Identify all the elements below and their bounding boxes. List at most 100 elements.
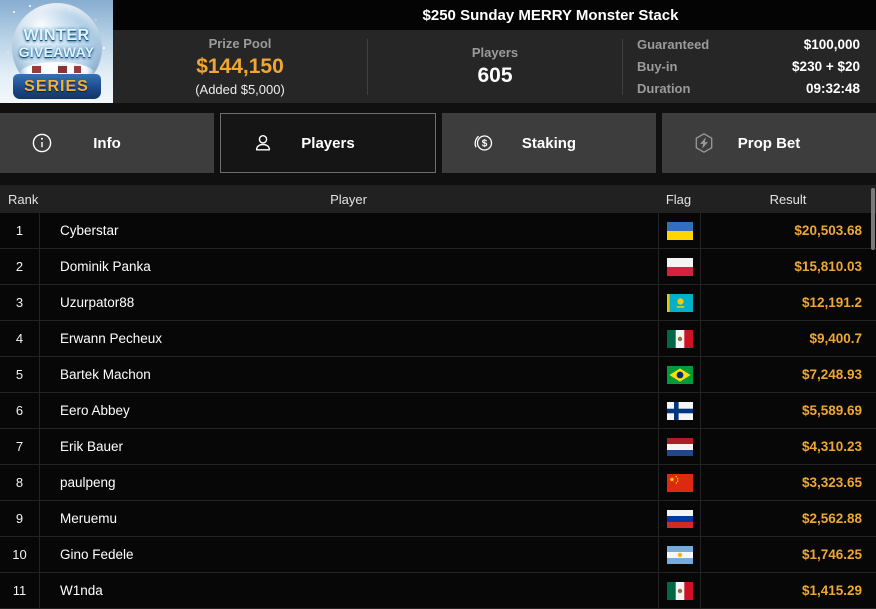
column-header-result: Result [700,192,876,207]
table-row: 2Dominik Panka$15,810.03 [0,249,876,285]
result-cell: $3,323.65 [701,465,876,500]
detail-row-guaranteed: Guaranteed $100,000 [637,37,860,52]
rank-cell: 3 [0,285,40,320]
player-cell: Meruemu [40,501,658,536]
prize-pool-label: Prize Pool [113,36,367,51]
tab-label: Prop Bet [738,135,801,152]
tournament-header: WINTER GIVEAWAY SERIES $250 Sunday MERRY… [0,0,876,103]
detail-value: 09:32:48 [806,81,860,96]
flag-cell [658,429,701,464]
prop-bet-hex-icon [692,131,716,155]
logo-series-banner: SERIES [13,74,101,99]
tab-info[interactable]: Info [0,113,214,173]
tab-prop-bet[interactable]: Prop Bet [662,113,876,173]
flag-china-icon [667,474,693,492]
flag-netherlands-icon [667,438,693,456]
tab-label: Staking [522,135,576,152]
result-cell: $9,400.7 [701,321,876,356]
player-cell: Erik Bauer [40,429,658,464]
logo-house-graphic [74,66,81,73]
table-row: 7Erik Bauer $4,310.23 [0,429,876,465]
table-row: 10Gino Fedele$1,746.25 [0,537,876,573]
detail-row-duration: Duration 09:32:48 [637,81,860,96]
detail-label: Guaranteed [637,37,709,52]
player-cell: Dominik Panka [40,249,658,284]
logo-house-graphic [58,66,67,73]
tab-bar: Info Players $ Staking Prop Bet [0,113,876,173]
rank-cell: 6 [0,393,40,428]
header-right: $250 Sunday MERRY Monster Stack Prize Po… [113,0,876,103]
stat-details: Guaranteed $100,000 Buy-in $230 + $20 Durati… [623,37,876,96]
tab-label: Info [93,135,121,152]
tab-staking[interactable]: $ Staking [442,113,656,173]
detail-label: Buy-in [637,59,677,74]
info-icon [30,131,54,155]
rank-cell: 8 [0,465,40,500]
players-count: 605 [368,64,622,88]
flag-argentina-icon [667,546,693,564]
flag-cell [658,357,701,392]
tournament-title: $250 Sunday MERRY Monster Stack [423,7,679,24]
players-label: Players [368,45,622,60]
result-cell: $1,746.25 [701,537,876,572]
table-header-row: Rank Player Flag Result [0,185,876,213]
result-cell: $1,415.29 [701,573,876,608]
prize-pool-added-note: (Added $5,000) [113,82,367,97]
table-row: 11W1nda $1,415.29 [0,573,876,609]
column-header-flag: Flag [657,192,700,207]
flag-kazakhstan-icon [667,294,693,312]
result-cell: $5,589.69 [701,393,876,428]
flag-russia-icon [667,510,693,528]
table-row: 3Uzurpator88 $12,191.2 [0,285,876,321]
result-cell: $2,562.88 [701,501,876,536]
result-cell: $7,248.93 [701,357,876,392]
flag-cell [658,573,701,608]
prize-pool-stat: Prize Pool $144,150 (Added $5,000) [113,36,367,97]
flag-cell [658,213,701,248]
svg-text:$: $ [482,139,488,150]
detail-row-buy-in: Buy-in $230 + $20 [637,59,860,74]
flag-cell [658,393,701,428]
column-header-rank: Rank [0,192,40,207]
player-cell: Uzurpator88 [40,285,658,320]
snow-mound-graphic [20,62,94,84]
flag-cell [658,501,701,536]
player-cell: Gino Fedele [40,537,658,572]
flag-mexico-icon [667,582,693,600]
result-cell: $12,191.2 [701,285,876,320]
flag-cell [658,465,701,500]
person-icon [251,131,275,155]
logo-title-line1: WINTER [0,27,113,45]
detail-label: Duration [637,81,690,96]
logo-house-graphic [32,66,41,73]
rank-cell: 9 [0,501,40,536]
tab-label: Players [301,135,354,152]
result-cell: $4,310.23 [701,429,876,464]
logo-title-line2: GIVEAWAY [0,44,113,60]
players-stat: Players 605 [368,45,622,88]
table-row: 8paulpeng $3,323.65 [0,465,876,501]
column-header-player: Player [40,192,657,207]
player-cell: W1nda [40,573,658,608]
table-row: 5Bartek Machon$7,248.93 [0,357,876,393]
rank-cell: 1 [0,213,40,248]
player-cell: paulpeng [40,465,658,500]
rank-cell: 11 [0,573,40,608]
tournament-page: WINTER GIVEAWAY SERIES $250 Sunday MERRY… [0,0,876,609]
table-row: 4Erwann Pecheux$9,400.7 [0,321,876,357]
detail-value: $100,000 [804,37,860,52]
rank-cell: 4 [0,321,40,356]
rank-cell: 7 [0,429,40,464]
flag-cell [658,285,701,320]
flag-cell [658,249,701,284]
results-table: Rank Player Flag Result 1Cyberstar$20,50… [0,185,876,609]
flag-brazil-icon [667,366,693,384]
tab-players[interactable]: Players [220,113,436,173]
flag-finland-icon [667,402,693,420]
flag-ukraine-icon [667,222,693,240]
flag-cell [658,321,701,356]
winter-giveaway-series-logo: WINTER GIVEAWAY SERIES [0,0,113,103]
dollar-circle-icon: $ [472,131,496,155]
detail-value: $230 + $20 [792,59,860,74]
scrollbar-thumb[interactable] [871,188,875,250]
